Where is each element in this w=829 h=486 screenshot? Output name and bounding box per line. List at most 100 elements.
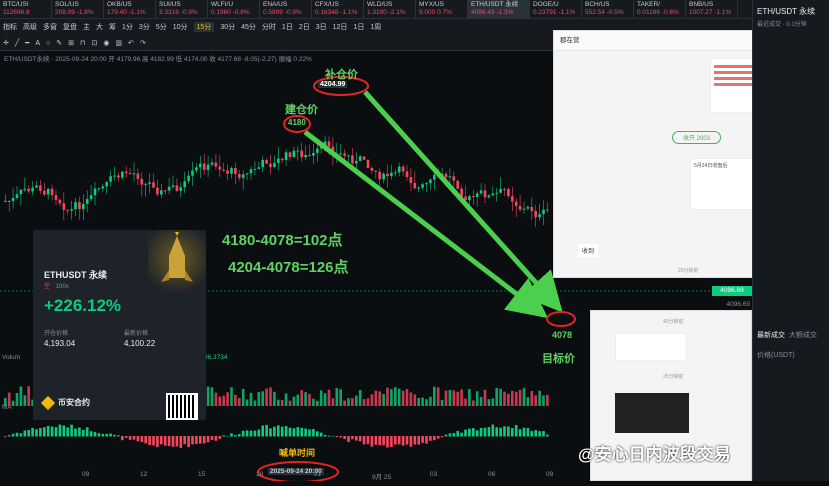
- toolbar-item-12[interactable]: 30分: [220, 22, 235, 32]
- candle-body: [136, 173, 140, 179]
- candle-body: [312, 152, 315, 156]
- ticker-8[interactable]: MYX/US 9.000 0.7%: [416, 0, 468, 18]
- toolbar-item-20[interactable]: 1周: [370, 22, 381, 32]
- candle-body: [397, 166, 401, 173]
- candle-body: [277, 158, 280, 163]
- volume-bar: [253, 400, 257, 406]
- macd-bar: [382, 436, 385, 446]
- toolbar-item-1[interactable]: 高级: [23, 22, 37, 32]
- macd-bar: [347, 436, 350, 442]
- ticker-5[interactable]: ENA/US 0.5899 -0.9%: [260, 0, 312, 18]
- macd-bar: [448, 433, 452, 437]
- volume-bar: [323, 393, 327, 406]
- ticker-12[interactable]: TAKER/0.01186 -0.6%: [634, 0, 686, 18]
- toolbar-item-13[interactable]: 45分: [241, 22, 256, 32]
- volume-bar: [300, 390, 303, 406]
- toolbar-item-10[interactable]: 10分: [173, 22, 188, 32]
- macd-bar: [206, 436, 210, 443]
- tab-large-trades[interactable]: 大额成交: [789, 330, 817, 340]
- ticker-2[interactable]: OKB/US 179.40 -1.1%: [104, 0, 156, 18]
- crosshair-icon[interactable]: ✛: [3, 39, 9, 47]
- volume-bar: [487, 399, 491, 406]
- ticker-symbol: BNB/US: [689, 1, 714, 8]
- ticker-symbol: WLFI/U: [211, 1, 234, 8]
- ticker-7[interactable]: WLD/US 1.3190 -2.1%: [364, 0, 416, 18]
- candle-body: [226, 170, 229, 174]
- candle-body: [163, 190, 167, 192]
- ticker-1[interactable]: SOL/US 208.99 -1.8%: [52, 0, 104, 18]
- ticker-10[interactable]: DOGE/U 0.23791 -1.1%: [530, 0, 582, 18]
- toolbar-item-16[interactable]: 2日: [299, 22, 310, 32]
- volume-bar: [394, 387, 397, 406]
- candle-body: [50, 188, 54, 196]
- ticker-9[interactable]: ETH/USDT 永续 4096.43 -1.3%: [468, 0, 530, 18]
- toolbar-item-19[interactable]: 1日: [353, 22, 364, 32]
- ticker-0[interactable]: BTC/USI 112696.8: [0, 0, 52, 18]
- volume-bar: [464, 398, 467, 406]
- macd-bar: [238, 434, 241, 437]
- undo-icon[interactable]: ↶: [128, 39, 134, 47]
- magnet-icon[interactable]: ⊓: [80, 39, 85, 47]
- brush-tool-icon[interactable]: ✎: [56, 39, 62, 47]
- ticker-3[interactable]: SUI/US 3.3316 -0.9%: [156, 0, 208, 18]
- volume-bar: [284, 393, 288, 406]
- ticker-13[interactable]: BNB/US 1007.27 -1.1%: [686, 0, 738, 18]
- macd-bar: [316, 431, 319, 437]
- toolbar-item-14[interactable]: 分时: [262, 22, 276, 32]
- toolbar-item-18[interactable]: 12日: [333, 22, 348, 32]
- candle-body: [374, 170, 378, 172]
- toolbar-item-5[interactable]: 大: [96, 22, 103, 32]
- candle-body: [394, 172, 397, 174]
- eye-icon[interactable]: ◉: [103, 39, 109, 47]
- text-tool-icon[interactable]: A: [35, 40, 40, 47]
- toolbar-item-9[interactable]: 5分: [156, 22, 167, 32]
- circle-tool-icon[interactable]: ○: [46, 40, 50, 47]
- toolbar-item-2[interactable]: 多窗: [43, 22, 57, 32]
- candle-body: [152, 182, 155, 188]
- toolbar-item-11[interactable]: 15分: [193, 22, 215, 32]
- toolbar-item-17[interactable]: 3日: [316, 22, 327, 32]
- macd-bar: [472, 428, 475, 437]
- volume-bar: [374, 390, 378, 406]
- line-tool-icon[interactable]: ╱: [15, 39, 19, 47]
- hline-tool-icon[interactable]: ━: [25, 39, 29, 47]
- trash-icon[interactable]: ▥: [115, 39, 122, 47]
- toolbar-item-7[interactable]: 1分: [122, 22, 133, 32]
- toolbar-item-8[interactable]: 3分: [139, 22, 150, 32]
- toolbar-item-4[interactable]: 主: [83, 22, 90, 32]
- lock-icon[interactable]: ⊡: [91, 39, 97, 47]
- macd-bar: [66, 427, 69, 437]
- ticker-11[interactable]: BCH/US 552.54 -0.5%: [582, 0, 634, 18]
- candle-body: [292, 150, 296, 158]
- redo-icon[interactable]: ↷: [140, 39, 146, 47]
- toolbar-item-0[interactable]: 指标: [3, 22, 17, 32]
- chat2-image: [615, 393, 689, 433]
- volume-bar: [23, 395, 27, 406]
- measure-tool-icon[interactable]: ⊞: [68, 39, 74, 47]
- binance-logo-icon: [40, 395, 56, 411]
- toolbar-item-15[interactable]: 1日: [282, 22, 293, 32]
- candle-body: [433, 174, 436, 180]
- open-price-value: 4,193.04: [44, 339, 76, 348]
- toolbar-item-6[interactable]: 筹: [109, 22, 116, 32]
- candle-body: [7, 200, 11, 202]
- toolbar-item-3[interactable]: 复盘: [63, 22, 77, 32]
- volume-bar: [210, 387, 214, 406]
- candle-body: [514, 201, 518, 206]
- candle-body: [4, 200, 7, 202]
- macd-bar: [58, 424, 62, 437]
- entry-price-label: 建仓价: [285, 104, 318, 116]
- rocket-image: [148, 230, 206, 300]
- chat-reply: 收到: [578, 244, 599, 257]
- ticker-4[interactable]: WLFI/U 0.1960 -0.8%: [208, 0, 260, 18]
- brand-label: 币安合约: [58, 398, 90, 407]
- candle-body: [327, 141, 331, 147]
- current-price-tag: 4096.69: [712, 286, 752, 296]
- macd-bar: [54, 427, 58, 437]
- candle-body: [206, 164, 210, 170]
- ticker-6[interactable]: CFX/US 0.16348 -1.1%: [312, 0, 364, 18]
- tab-latest-trades[interactable]: 最新成交: [757, 330, 785, 340]
- candle-body: [31, 187, 34, 192]
- macd-bar: [355, 436, 358, 441]
- volume-bar: [19, 386, 23, 406]
